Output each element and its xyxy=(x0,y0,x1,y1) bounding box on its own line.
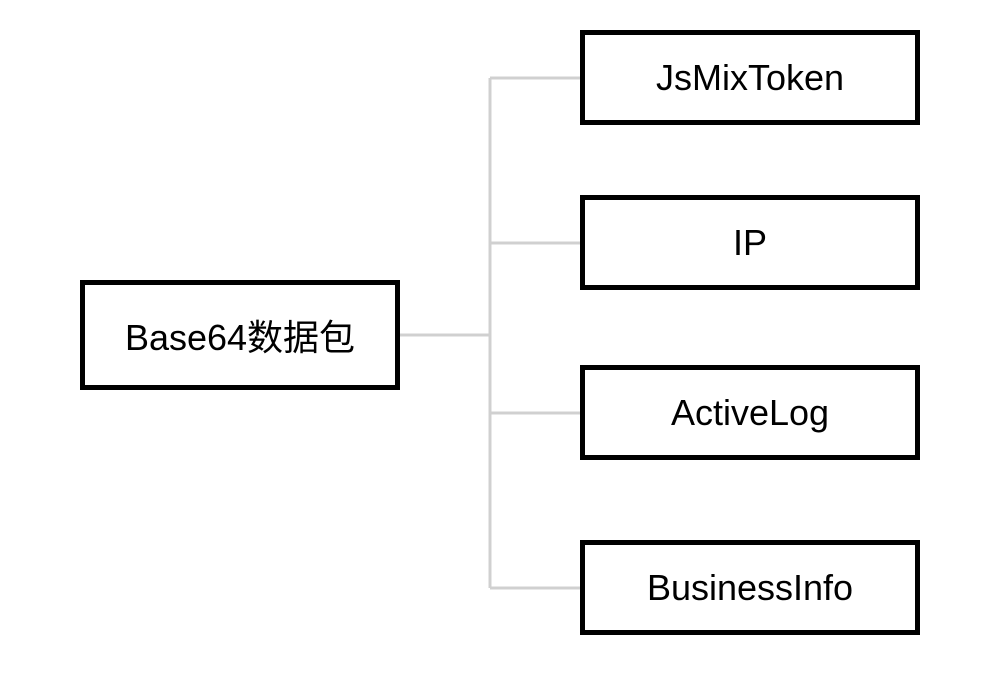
child-node-jsmixtoken: JsMixToken xyxy=(580,30,920,125)
child-node-label: JsMixToken xyxy=(656,57,844,99)
child-node-label: ActiveLog xyxy=(671,392,829,434)
child-node-label: IP xyxy=(733,222,767,264)
diagram-container: Base64数据包 JsMixToken IP ActiveLog Busine… xyxy=(0,0,1000,687)
child-node-ip: IP xyxy=(580,195,920,290)
root-node-label: Base64数据包 xyxy=(125,309,355,361)
child-node-label: BusinessInfo xyxy=(647,567,853,609)
child-node-activelog: ActiveLog xyxy=(580,365,920,460)
child-node-businessinfo: BusinessInfo xyxy=(580,540,920,635)
root-node: Base64数据包 xyxy=(80,280,400,390)
